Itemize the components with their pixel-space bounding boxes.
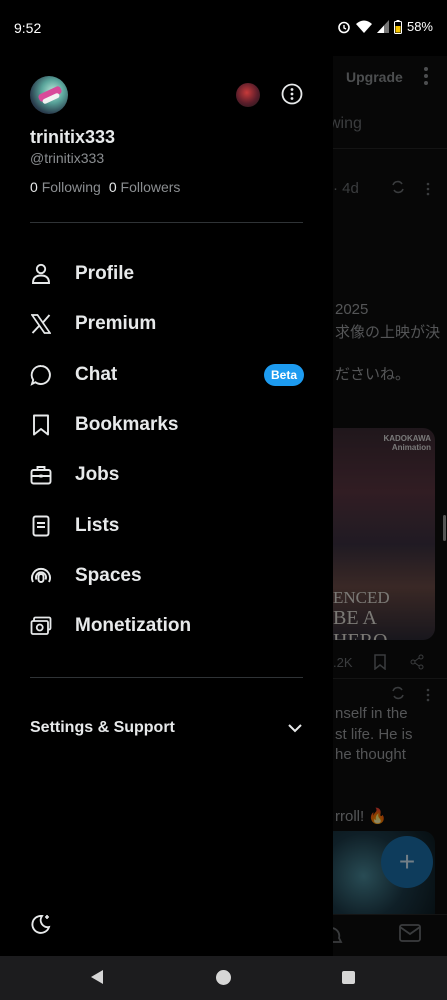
battery-percent: 58% — [406, 19, 433, 34]
system-nav-bar — [0, 956, 447, 1000]
nav-item-label: Jobs — [75, 464, 120, 486]
chat-bubble-icon — [30, 364, 52, 386]
upgrade-button[interactable]: Upgrade — [346, 69, 403, 85]
nav-item-label: Profile — [75, 263, 135, 285]
tab-divider — [333, 148, 447, 149]
list-icon — [30, 515, 52, 537]
share-icon[interactable] — [409, 654, 425, 670]
beta-badge: Beta — [264, 363, 305, 386]
nav-item-label: Spaces — [75, 564, 142, 586]
nav-item-bookmarks[interactable]: Bookmarks — [0, 400, 333, 450]
post-text-line: st life. He is — [335, 726, 413, 743]
battery-icon — [393, 19, 402, 34]
spaces-icon — [30, 565, 52, 587]
background-feed: Upgrade wing · 4d 2025 求像の上映が決 ださいね。 KAD… — [333, 56, 447, 956]
divider — [30, 677, 303, 678]
follow-stats: 0 Following 0 Followers — [30, 179, 180, 195]
post-more-icon[interactable] — [425, 687, 431, 703]
nav-item-jobs[interactable]: Jobs — [0, 450, 333, 500]
bookmark-icon[interactable] — [373, 654, 387, 670]
post-text-line: 2025 — [335, 301, 369, 318]
followers-link[interactable]: 0 Followers — [109, 179, 181, 195]
status-time: 9:52 — [14, 20, 42, 36]
following-link[interactable]: 0 Following — [30, 179, 101, 195]
person-icon — [30, 263, 52, 285]
alarm-icon — [338, 21, 350, 33]
like-count: .2K — [333, 655, 353, 670]
nav-item-profile[interactable]: Profile — [0, 249, 333, 299]
chevron-down-icon — [288, 724, 302, 733]
nav-item-label: Monetization — [75, 615, 192, 637]
post-text-line: he thought — [335, 746, 406, 763]
post-image[interactable]: KADOKAWAAnimation ENCED BE A HERO — [333, 428, 435, 640]
x-logo-icon — [30, 313, 52, 335]
notifications-icon[interactable] — [333, 924, 343, 946]
nav-item-lists[interactable]: Lists — [0, 500, 333, 550]
user-handle: @trinitix333 — [30, 150, 105, 166]
nav-item-monetization[interactable]: Monetization — [0, 601, 333, 651]
post-more-icon[interactable] — [425, 181, 431, 197]
post-actions: .2K — [333, 652, 447, 676]
messages-icon[interactable] — [399, 924, 421, 942]
status-bar: 9:52 58% — [0, 0, 447, 56]
bottom-tab-bar — [333, 914, 447, 956]
status-icons: 58% — [337, 19, 433, 34]
briefcase-icon — [30, 464, 52, 486]
post-timestamp: · 4d — [333, 180, 359, 197]
signal-icon — [376, 20, 389, 33]
drawer-nav: Profile Premium Chat Beta Bookmarks Jobs… — [0, 249, 333, 651]
poster-title: BE A HERO — [333, 607, 387, 640]
nav-item-label: Lists — [75, 514, 120, 536]
post-text-line: 求像の上映が決 — [335, 324, 441, 341]
post-text-line: ださいね。 — [335, 366, 411, 383]
avatar[interactable] — [30, 76, 68, 114]
divider — [30, 222, 303, 223]
settings-support-label: Settings & Support — [30, 719, 175, 736]
nav-item-label: Premium — [75, 313, 157, 335]
tab-following[interactable]: wing — [333, 115, 362, 133]
home-icon[interactable] — [216, 970, 231, 985]
nav-item-chat[interactable]: Chat Beta — [0, 350, 333, 400]
post-text-line: nself in the — [335, 705, 408, 722]
settings-support-toggle[interactable]: Settings & Support — [30, 716, 303, 740]
recents-icon[interactable] — [342, 971, 355, 984]
scrollbar[interactable] — [443, 515, 446, 541]
night-mode-icon[interactable] — [30, 913, 52, 935]
account-switch-avatar[interactable] — [236, 83, 260, 107]
repost-icon[interactable] — [390, 685, 406, 701]
more-options-icon[interactable] — [280, 82, 304, 106]
bookmark-icon — [30, 414, 52, 436]
compose-button[interactable]: + — [381, 836, 433, 888]
repost-icon[interactable] — [390, 179, 406, 195]
wifi-icon — [355, 20, 372, 33]
display-name[interactable]: trinitix333 — [30, 127, 115, 148]
nav-item-spaces[interactable]: Spaces — [0, 551, 333, 601]
navigation-drawer: trinitix333 @trinitix333 0 Following 0 F… — [0, 56, 333, 956]
poster-title: ENCED — [333, 588, 390, 607]
poster-brand: KADOKAWA Animation — [383, 434, 431, 452]
nav-item-label: Bookmarks — [75, 414, 179, 436]
nav-item-label: Chat — [75, 363, 118, 385]
post-divider — [333, 678, 447, 679]
monetization-icon — [30, 615, 52, 637]
back-icon[interactable] — [90, 969, 104, 985]
post-text-line: rroll! 🔥 — [335, 808, 388, 825]
nav-item-premium[interactable]: Premium — [0, 299, 333, 349]
more-icon[interactable] — [419, 64, 433, 88]
